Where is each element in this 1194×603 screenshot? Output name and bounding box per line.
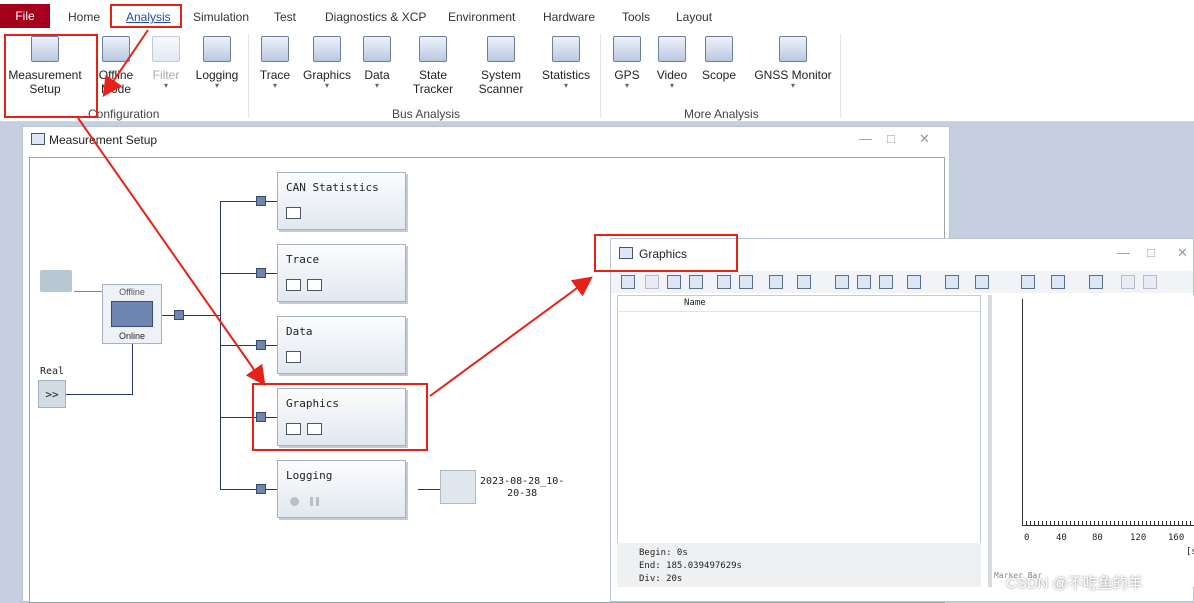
arrow-node-to-graphics-window: [429, 276, 593, 397]
arrow-setup-to-graphics-node: [77, 117, 266, 386]
arrow-analysis-to-setup: [102, 29, 149, 97]
annotation-arrows: [77, 29, 593, 397]
